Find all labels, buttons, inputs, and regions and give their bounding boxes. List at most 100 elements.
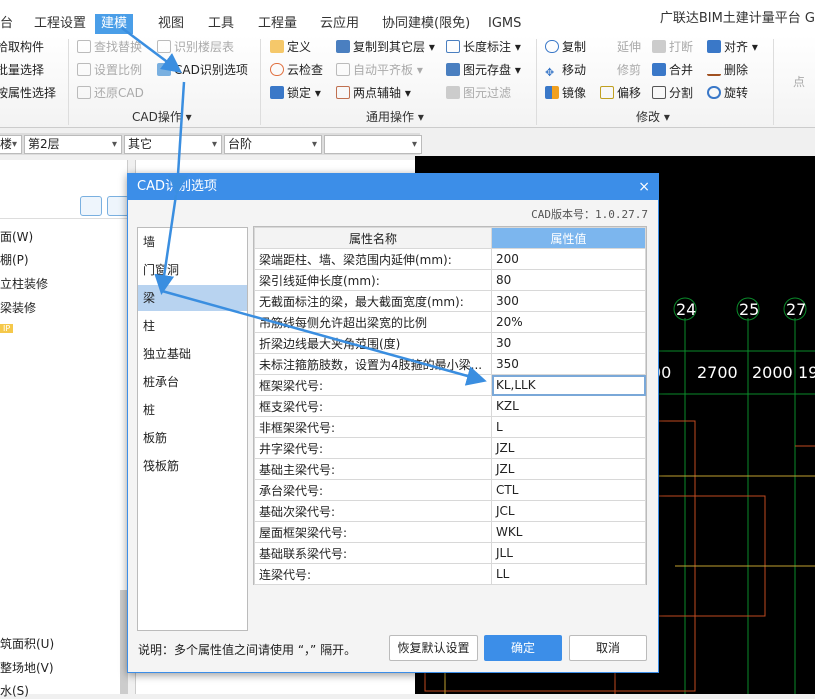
tree-item[interactable]: 整场地(V)	[0, 659, 54, 676]
table-row[interactable]: 连梁代号: LL	[254, 563, 646, 585]
table-row[interactable]: 承台梁代号: CTL	[254, 479, 646, 501]
delete-button[interactable]: 删除	[707, 60, 748, 80]
property-value[interactable]: 80	[491, 269, 646, 291]
break-button[interactable]: 打断	[652, 37, 693, 57]
close-icon[interactable]: ×	[638, 174, 650, 200]
extend-button[interactable]: 延伸	[600, 37, 641, 57]
cancel-button[interactable]: 取消	[569, 635, 647, 661]
trim-button[interactable]: 修剪	[600, 60, 641, 80]
save-element-button[interactable]: 图元存盘 ▾	[446, 60, 521, 80]
property-value[interactable]: JCL	[491, 500, 646, 522]
find-replace-button[interactable]: 查找替换	[77, 37, 142, 57]
restore-cad-button[interactable]: 还原CAD	[77, 83, 144, 103]
property-value[interactable]: 300	[491, 290, 646, 312]
copy-button[interactable]: 复制	[545, 37, 586, 57]
cloud-check-button[interactable]: 云检查	[270, 60, 323, 80]
pick-component[interactable]: 拾取构件	[0, 37, 44, 57]
category-wall[interactable]: 墙	[138, 229, 247, 255]
restore-defaults-button[interactable]: 恢复默认设置	[389, 635, 478, 661]
offset-button[interactable]: 偏移	[600, 83, 641, 103]
table-row[interactable]: 基础主梁代号: JZL	[254, 458, 646, 480]
property-value[interactable]: 20%	[491, 311, 646, 333]
tab-project-settings[interactable]: 工程设置	[28, 14, 92, 34]
move-button[interactable]: ✥ 移动	[545, 60, 586, 80]
property-value[interactable]: 350	[491, 353, 646, 375]
category-column[interactable]: 柱	[138, 313, 247, 339]
identify-floor-table-button[interactable]: 识别楼层表	[157, 37, 234, 57]
list-view-icon[interactable]	[80, 196, 102, 216]
group-modify[interactable]: 修改 ▾	[636, 108, 670, 125]
auto-align-slab-button[interactable]: 自动平齐板 ▾	[336, 60, 423, 80]
copy-to-floor-button[interactable]: 复制到其它层 ▾	[336, 37, 435, 57]
tree-item[interactable]: 面(W)	[0, 228, 33, 245]
property-value[interactable]: JZL	[491, 437, 646, 459]
ok-button[interactable]: 确定	[484, 635, 562, 661]
cad-options-button[interactable]: CAD识别选项	[157, 60, 248, 80]
merge-button[interactable]: 合并	[652, 60, 693, 80]
table-row[interactable]: 梁引线延伸长度(mm): 80	[254, 269, 646, 291]
tab-platform[interactable]: 台	[0, 14, 19, 34]
length-dimension-button[interactable]: 长度标注 ▾	[446, 37, 521, 57]
tree-item[interactable]: 梁装修	[0, 299, 36, 316]
table-row[interactable]: 框支梁代号: KZL	[254, 395, 646, 417]
group-cad-ops[interactable]: CAD操作 ▾	[132, 108, 192, 125]
component-type-select[interactable]: 台阶	[224, 135, 322, 154]
tab-view[interactable]: 视图	[152, 14, 190, 34]
table-row[interactable]: 吊筋线每侧允许超出梁宽的比例 20%	[254, 311, 646, 333]
align-button[interactable]: 对齐 ▾	[707, 37, 758, 57]
category-select[interactable]: 其它	[124, 135, 222, 154]
group-general-ops[interactable]: 通用操作 ▾	[366, 108, 424, 125]
tab-quantities[interactable]: 工程量	[252, 14, 303, 34]
table-row[interactable]: 非框架梁代号: L	[254, 416, 646, 438]
property-value[interactable]: KZL	[491, 395, 646, 417]
property-value[interactable]: 30	[491, 332, 646, 354]
table-row[interactable]: 基础联系梁代号: JLL	[254, 542, 646, 564]
building-select[interactable]: 楼	[0, 135, 22, 154]
element-filter-button[interactable]: 图元过滤	[446, 83, 511, 103]
detail-view-icon[interactable]	[107, 196, 129, 216]
tab-modeling[interactable]: 建模	[95, 14, 134, 34]
define-button[interactable]: 定义	[270, 37, 311, 57]
floor-select[interactable]: 第2层	[24, 135, 122, 154]
table-row[interactable]: 井字梁代号: JZL	[254, 437, 646, 459]
category-pile[interactable]: 桩	[138, 397, 247, 423]
tree-item[interactable]: 棚(P)	[0, 251, 29, 268]
table-row[interactable]: 屋面框架梁代号: WKL	[254, 521, 646, 543]
category-isolated-footing[interactable]: 独立基础	[138, 341, 247, 367]
property-value[interactable]: 200	[491, 248, 646, 270]
tree-item[interactable]: 水(S)	[0, 682, 29, 699]
batch-select[interactable]: 批量选择	[0, 60, 44, 80]
tab-collab[interactable]: 协同建模(限免)	[376, 14, 476, 34]
tab-tools[interactable]: 工具	[202, 14, 240, 34]
category-beam[interactable]: 梁	[138, 285, 247, 311]
mirror-button[interactable]: 镜像	[545, 83, 586, 103]
tab-cloud[interactable]: 云应用	[314, 14, 365, 34]
table-row[interactable]: 未标注箍筋肢数，设置为4肢箍的最小梁... 350	[254, 353, 646, 375]
component-select[interactable]	[324, 135, 422, 154]
property-value[interactable]: KL,LLK	[491, 374, 646, 396]
tree-item[interactable]: 筑面积(U)	[0, 635, 54, 652]
category-raft-rebar[interactable]: 筏板筋	[138, 453, 247, 479]
category-openings[interactable]: 门窗洞	[138, 257, 247, 283]
set-scale-button[interactable]: 设置比例	[77, 60, 142, 80]
select-by-attribute[interactable]: 按属性选择	[0, 83, 56, 103]
two-point-axis-button[interactable]: 两点辅轴 ▾	[336, 83, 411, 103]
property-value[interactable]: WKL	[491, 521, 646, 543]
lock-button[interactable]: 锁定 ▾	[270, 83, 321, 103]
rotate-button[interactable]: 旋转	[707, 83, 748, 103]
table-row[interactable]: 梁端距柱、墙、梁范围内延伸(mm): 200	[254, 248, 646, 270]
property-value[interactable]: CTL	[491, 479, 646, 501]
table-row[interactable]: 基础次梁代号: JCL	[254, 500, 646, 522]
property-value[interactable]: JZL	[491, 458, 646, 480]
dialog-title-bar[interactable]: CAD识别选项	[128, 174, 658, 200]
tree-item[interactable]: 立柱装修	[0, 275, 48, 292]
property-value[interactable]: LL	[491, 563, 646, 585]
point-button[interactable]: 点	[793, 72, 805, 92]
table-row[interactable]: 无截面标注的梁，最大截面宽度(mm): 300	[254, 290, 646, 312]
table-row[interactable]: 框架梁代号: KL,LLK	[254, 374, 646, 396]
property-value[interactable]: JLL	[491, 542, 646, 564]
property-value[interactable]: L	[491, 416, 646, 438]
table-row[interactable]: 折梁边线最大夹角范围(度) 30	[254, 332, 646, 354]
split-button[interactable]: 分割	[652, 83, 693, 103]
category-pile-cap[interactable]: 桩承台	[138, 369, 247, 395]
